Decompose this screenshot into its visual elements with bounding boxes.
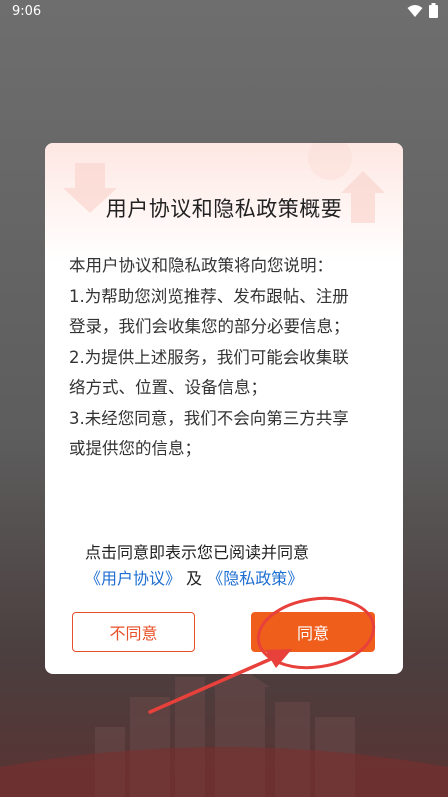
status-time: 9:06 bbox=[12, 4, 42, 19]
privacy-dialog: 用户协议和隐私政策概要 本用户协议和隐私政策将向您说明： 1.为帮助您浏览推荐、… bbox=[45, 143, 403, 674]
background-buildings-decoration bbox=[0, 667, 448, 797]
body-line: 1.为帮助您浏览推荐、发布跟帖、注册 bbox=[69, 286, 349, 306]
privacy-policy-link[interactable]: 《隐私政策》 bbox=[207, 569, 303, 588]
user-agreement-link[interactable]: 《用户协议》 bbox=[85, 569, 181, 588]
disagree-button[interactable]: 不同意 bbox=[72, 612, 195, 652]
body-line: 或提供您的信息； bbox=[69, 439, 201, 458]
consent-line: 点击同意即表示您已阅读并同意 bbox=[85, 543, 310, 562]
body-line: 登录，我们会收集您的部分必要信息； bbox=[69, 317, 350, 336]
and-text: 及 bbox=[181, 569, 208, 588]
status-bar: 9:06 bbox=[0, 0, 448, 24]
consent-text: 点击同意即表示您已阅读并同意 《用户协议》 及 《隐私政策》 bbox=[85, 540, 385, 592]
body-line: 本用户协议和隐私政策将向您说明： bbox=[69, 256, 333, 275]
dialog-title: 用户协议和隐私政策概要 bbox=[105, 197, 343, 221]
body-line: 2.为提供上述服务，我们可能会收集联 bbox=[69, 347, 349, 367]
battery-icon bbox=[429, 3, 438, 18]
dialog-body: 本用户协议和隐私政策将向您说明： 1.为帮助您浏览推荐、发布跟帖、注册 登录，我… bbox=[69, 251, 381, 465]
body-line: 3.未经您同意，我们不会向第三方共享 bbox=[69, 408, 349, 428]
consent-links-line: 《用户协议》 及 《隐私政策》 bbox=[85, 566, 385, 592]
agree-button[interactable]: 同意 bbox=[251, 612, 375, 652]
status-icons bbox=[407, 3, 438, 18]
wifi-icon bbox=[407, 4, 423, 17]
body-line: 络方式、位置、设备信息； bbox=[69, 378, 267, 397]
screen: 9:06 用户协议和隐私政策概要 本用户协议和隐私政策将向您说明： 1.为帮助您… bbox=[0, 0, 448, 797]
